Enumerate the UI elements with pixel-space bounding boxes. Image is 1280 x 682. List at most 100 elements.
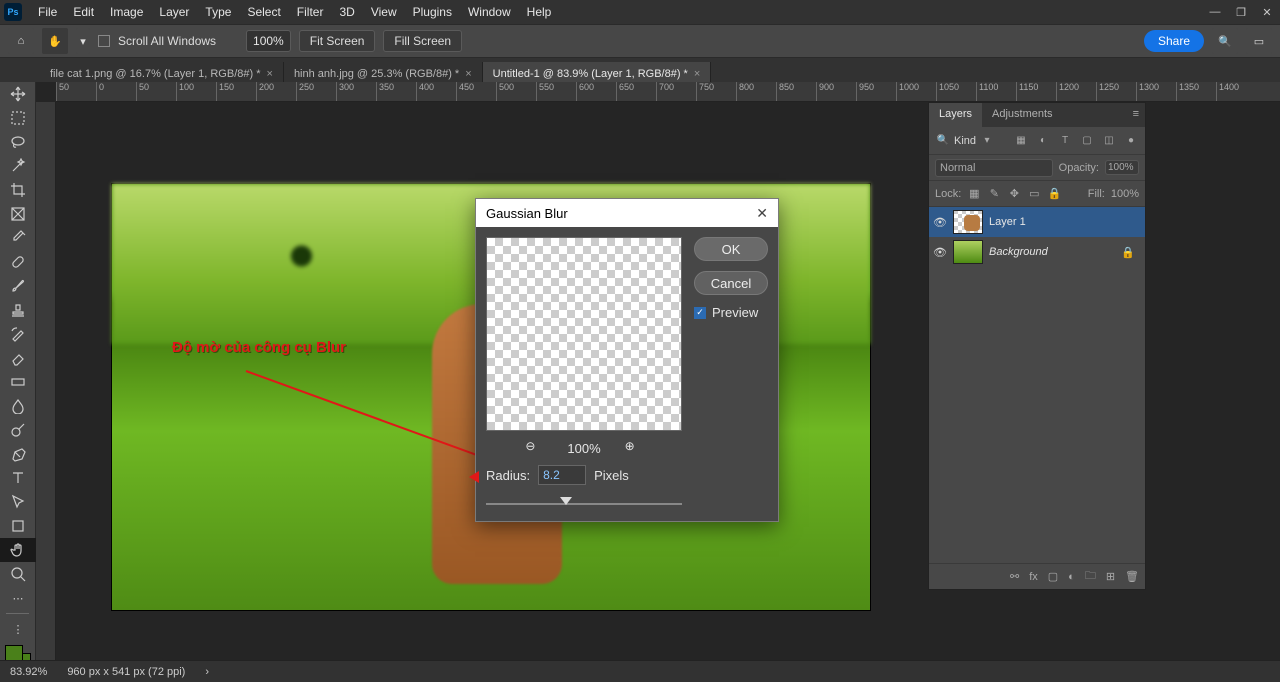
- eyedropper-tool-icon[interactable]: [0, 226, 36, 250]
- stamp-tool-icon[interactable]: [0, 298, 36, 322]
- radius-slider[interactable]: [486, 497, 682, 511]
- blur-tool-icon[interactable]: [0, 394, 36, 418]
- brush-tool-icon[interactable]: [0, 274, 36, 298]
- status-dimensions[interactable]: 960 px x 541 px (72 ppi): [67, 666, 185, 678]
- healing-tool-icon[interactable]: [0, 250, 36, 274]
- window-restore-icon[interactable]: ❐: [1228, 2, 1254, 22]
- menu-window[interactable]: Window: [460, 5, 519, 19]
- lock-position-icon[interactable]: ✥: [1007, 187, 1021, 201]
- frame-tool-icon[interactable]: [0, 202, 36, 226]
- link-layers-icon[interactable]: ⚯: [1010, 570, 1019, 583]
- text-tool-icon[interactable]: [0, 466, 36, 490]
- new-layer-icon[interactable]: ⊞: [1106, 570, 1115, 583]
- ok-button[interactable]: OK: [694, 237, 768, 261]
- hand-tool-dropdown-icon[interactable]: ▾: [76, 28, 90, 54]
- zoom-in-icon[interactable]: ⊕: [625, 439, 643, 457]
- dodge-tool-icon[interactable]: [0, 418, 36, 442]
- fx-icon[interactable]: fx: [1029, 571, 1038, 583]
- history-brush-icon[interactable]: [0, 322, 36, 346]
- lock-icon[interactable]: 🔒: [1121, 246, 1135, 259]
- close-tab-icon[interactable]: ×: [267, 68, 273, 80]
- filter-kind-label[interactable]: Kind: [954, 135, 976, 147]
- menu-image[interactable]: Image: [102, 5, 151, 19]
- share-button[interactable]: Share: [1144, 30, 1204, 52]
- menu-edit[interactable]: Edit: [65, 5, 102, 19]
- edit-toolbar-icon[interactable]: ⋮: [0, 617, 36, 641]
- wand-tool-icon[interactable]: [0, 154, 36, 178]
- fill-field[interactable]: 100%: [1111, 188, 1139, 200]
- visibility-icon[interactable]: 👁: [933, 215, 947, 229]
- annotation-text: Độ mờ của công cụ Blur: [172, 339, 346, 356]
- hand-tool-icon[interactable]: ✋: [42, 28, 68, 54]
- crop-tool-icon[interactable]: [0, 178, 36, 202]
- lasso-tool-icon[interactable]: [0, 130, 36, 154]
- close-tab-icon[interactable]: ×: [465, 68, 471, 80]
- menu-select[interactable]: Select: [239, 5, 288, 19]
- menu-layer[interactable]: Layer: [151, 5, 197, 19]
- chevron-down-icon[interactable]: ▾: [979, 133, 995, 149]
- shape-tool-icon[interactable]: [0, 514, 36, 538]
- fill-screen-button[interactable]: Fill Screen: [383, 30, 462, 52]
- marquee-tool-icon[interactable]: [0, 106, 36, 130]
- window-minimize-icon[interactable]: —: [1202, 2, 1228, 22]
- delete-layer-icon[interactable]: 🗑: [1125, 570, 1139, 583]
- eraser-tool-icon[interactable]: [0, 346, 36, 370]
- adjustment-layer-icon[interactable]: ◐: [1068, 571, 1075, 583]
- gradient-tool-icon[interactable]: [0, 370, 36, 394]
- scroll-all-label: Scroll All Windows: [118, 34, 216, 48]
- move-tool-icon[interactable]: [0, 82, 36, 106]
- filter-toggle-icon[interactable]: ●: [1123, 133, 1139, 149]
- layer-item[interactable]: 👁 Background 🔒: [929, 237, 1145, 267]
- layer-name[interactable]: Layer 1: [989, 216, 1026, 228]
- layer-item[interactable]: 👁 Layer 1: [929, 207, 1145, 237]
- lock-all-icon[interactable]: 🔒: [1047, 187, 1061, 201]
- pen-tool-icon[interactable]: [0, 442, 36, 466]
- lock-brush-icon[interactable]: ✎: [987, 187, 1001, 201]
- search-icon[interactable]: 🔍: [1212, 28, 1238, 54]
- zoom-out-icon[interactable]: ⊖: [525, 439, 543, 457]
- layer-name[interactable]: Background: [989, 246, 1048, 258]
- filter-adjust-icon[interactable]: ◐: [1035, 133, 1051, 149]
- menu-view[interactable]: View: [363, 5, 405, 19]
- menu-help[interactable]: Help: [519, 5, 560, 19]
- menu-filter[interactable]: Filter: [289, 5, 332, 19]
- filter-pixel-icon[interactable]: ▦: [1013, 133, 1029, 149]
- zoom-tool-icon[interactable]: [0, 562, 36, 586]
- dialog-close-icon[interactable]: ✕: [756, 205, 768, 222]
- adjustments-tab[interactable]: Adjustments: [982, 103, 1063, 127]
- scroll-all-checkbox[interactable]: [98, 35, 110, 47]
- lock-transparency-icon[interactable]: ▦: [967, 187, 981, 201]
- opacity-field[interactable]: 100%: [1105, 160, 1139, 175]
- cancel-button[interactable]: Cancel: [694, 271, 768, 295]
- mask-icon[interactable]: ▢: [1048, 570, 1058, 583]
- menu-plugins[interactable]: Plugins: [405, 5, 460, 19]
- path-select-icon[interactable]: [0, 490, 36, 514]
- menu-type[interactable]: Type: [197, 5, 239, 19]
- home-icon[interactable]: ⌂: [8, 28, 34, 54]
- workspace-icon[interactable]: ▭: [1246, 28, 1272, 54]
- status-zoom[interactable]: 83.92%: [10, 666, 47, 678]
- group-icon[interactable]: 🗀: [1085, 567, 1096, 586]
- lock-artboard-icon[interactable]: ▭: [1027, 187, 1041, 201]
- menu-file[interactable]: File: [30, 5, 65, 19]
- layer-thumbnail[interactable]: [953, 210, 983, 234]
- filter-shape-icon[interactable]: ▢: [1079, 133, 1095, 149]
- preview-checkbox[interactable]: ✓: [694, 307, 706, 319]
- filter-text-icon[interactable]: T: [1057, 133, 1073, 149]
- panel-menu-icon[interactable]: ≡: [1127, 103, 1145, 127]
- hand-tool-icon[interactable]: [0, 538, 36, 562]
- layer-thumbnail[interactable]: [953, 240, 983, 264]
- close-tab-icon[interactable]: ×: [694, 68, 700, 80]
- window-close-icon[interactable]: ✕: [1254, 2, 1280, 22]
- radius-input[interactable]: [538, 465, 586, 485]
- blend-mode-select[interactable]: Normal: [935, 159, 1053, 177]
- layers-tab[interactable]: Layers: [929, 103, 982, 127]
- status-arrow-icon[interactable]: ›: [205, 666, 209, 678]
- menu-3d[interactable]: 3D: [331, 5, 362, 19]
- visibility-icon[interactable]: 👁: [933, 245, 947, 259]
- fit-screen-button[interactable]: Fit Screen: [299, 30, 376, 52]
- more-tools-icon[interactable]: ⋯: [0, 586, 36, 610]
- dialog-preview[interactable]: [486, 237, 682, 431]
- zoom-field[interactable]: 100%: [246, 30, 291, 52]
- filter-smart-icon[interactable]: ◫: [1101, 133, 1117, 149]
